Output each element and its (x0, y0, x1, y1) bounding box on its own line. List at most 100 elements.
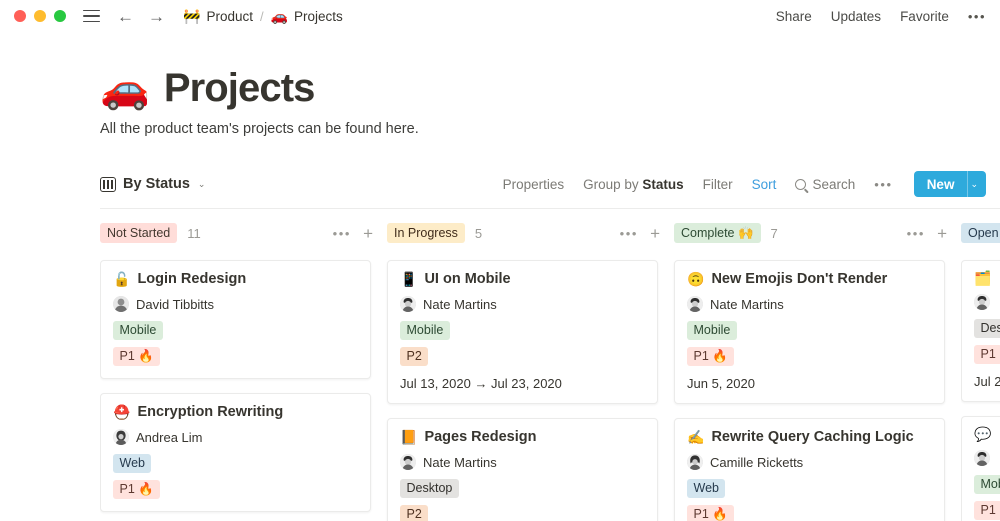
page-icon-car-icon[interactable]: 🚗 (100, 69, 150, 109)
status-badge[interactable]: Not Started (100, 223, 177, 242)
avatar (113, 296, 129, 312)
card-title: ✍️ Rewrite Query Caching Logic (687, 429, 932, 445)
column-actions: ••• + (907, 225, 947, 242)
hamburger-line (83, 15, 100, 17)
card-assignee-name: Camille Ricketts (710, 455, 803, 470)
mobile-phone-icon: 📱 (400, 272, 417, 286)
breadcrumb-item-projects[interactable]: 🚗 Projects (271, 9, 343, 24)
breadcrumb: 🚧 Product / 🚗 Projects (183, 9, 343, 24)
new-button[interactable]: New (914, 171, 968, 197)
card-tags: Desktop P1 (974, 319, 1000, 364)
card-tags: Desktop P2 (400, 479, 645, 521)
minimize-window-button[interactable] (34, 10, 46, 22)
new-button-chevron-down-icon[interactable]: ⌄ (967, 171, 986, 197)
filter-button[interactable]: Filter (703, 177, 733, 192)
group-by-button[interactable]: Group by Status (583, 177, 684, 192)
close-window-button[interactable] (14, 10, 26, 22)
column-count: 5 (475, 226, 482, 241)
column-add-card-icon[interactable]: + (650, 225, 660, 242)
board-card[interactable]: 💬 Mobile P1 (961, 416, 1000, 521)
updates-button[interactable]: Updates (831, 9, 881, 24)
search-button[interactable]: Search (795, 177, 855, 192)
board-card[interactable]: 🔓 Login Redesign David Tibbitts Mobile P… (100, 260, 371, 379)
card-title-text: UI on Mobile (424, 271, 510, 287)
search-icon (795, 179, 806, 190)
helmet-icon: ⛑️ (113, 405, 130, 419)
card-title: 💬 (974, 427, 1000, 441)
tag: P1 🔥 (113, 347, 160, 366)
card-assignee: Andrea Lim (113, 429, 358, 445)
board-card[interactable]: 🗂️ Desktop P1 Jul 2 (961, 260, 1000, 402)
page-title-text[interactable]: Projects (164, 66, 315, 111)
column-header: Complete 🙌 7 ••• + (674, 221, 961, 245)
card-title-text: Login Redesign (137, 271, 246, 287)
card-title: 📱 UI on Mobile (400, 271, 645, 287)
new-button-group[interactable]: New ⌄ (914, 171, 986, 197)
card-assignee-name: Nate Martins (710, 297, 784, 312)
column-add-card-icon[interactable]: + (937, 225, 947, 242)
tag: P1 (974, 345, 1000, 364)
forward-arrow-icon[interactable]: → (148, 8, 165, 25)
board-card[interactable]: 📱 UI on Mobile Nate Martins Mobile P2 Ju… (387, 260, 658, 404)
construction-icon: 🚧 (183, 9, 200, 23)
card-title-text: New Emojis Don't Render (711, 271, 887, 287)
board-column-complete: Complete 🙌 7 ••• + 🙃 New Emojis Don't Re… (674, 221, 961, 521)
card-date: Jul 2 (974, 374, 1000, 389)
board-card[interactable]: ⛑️ Encryption Rewriting Andrea Lim Web P… (100, 393, 371, 512)
avatar (400, 296, 416, 312)
more-options-icon[interactable]: ••• (968, 9, 986, 24)
hamburger-line (83, 21, 100, 23)
back-arrow-icon[interactable]: ← (117, 8, 134, 25)
column-add-card-icon[interactable]: + (363, 225, 373, 242)
column-more-options-icon[interactable]: ••• (333, 226, 351, 241)
favorite-button[interactable]: Favorite (900, 9, 949, 24)
view-more-options-icon[interactable]: ••• (874, 177, 892, 192)
status-badge[interactable]: Complete 🙌 (674, 223, 761, 242)
board-card[interactable]: 📙 Pages Redesign Nate Martins Desktop P2 (387, 418, 658, 521)
board-card[interactable]: 🙃 New Emojis Don't Render Nate Martins M… (674, 260, 945, 404)
card-assignee: Nate Martins (400, 296, 645, 312)
hamburger-line (83, 10, 100, 12)
board-card[interactable]: ✍️ Rewrite Query Caching Logic Camille R… (674, 418, 945, 521)
sort-button[interactable]: Sort (752, 177, 777, 192)
chevron-down-icon[interactable]: ⌄ (198, 179, 206, 190)
card-assignee (974, 294, 1000, 310)
card-assignee (974, 450, 1000, 466)
properties-button[interactable]: Properties (503, 177, 565, 192)
column-cards: 🙃 New Emojis Don't Render Nate Martins M… (674, 245, 961, 521)
card-assignee-name: Nate Martins (423, 455, 497, 470)
card-tags: Web P1 🔥 (687, 479, 932, 521)
share-button[interactable]: Share (776, 9, 812, 24)
tag: Web (113, 454, 151, 473)
board-view-icon-bar (103, 180, 105, 189)
page-description: All the product team's projects can be f… (100, 121, 1000, 137)
page-title: 🚗 Projects (100, 66, 1000, 111)
column-cards: 📱 UI on Mobile Nate Martins Mobile P2 Ju… (387, 245, 674, 521)
column-header: Open (961, 221, 1000, 245)
sidebar-toggle-icon[interactable] (83, 10, 100, 23)
card-date: Jun 5, 2020 (687, 376, 932, 391)
status-badge[interactable]: Open (961, 223, 1000, 242)
avatar (687, 454, 703, 470)
breadcrumb-label-projects: Projects (294, 9, 343, 24)
view-tab-by-status[interactable]: By Status ⌄ (100, 176, 205, 192)
column-more-options-icon[interactable]: ••• (907, 226, 925, 241)
card-title-text: Pages Redesign (424, 429, 536, 445)
group-by-prefix: Group by (583, 177, 642, 192)
card-assignee: Nate Martins (400, 454, 645, 470)
card-title: 🙃 New Emojis Don't Render (687, 271, 932, 287)
card-assignee-name: Nate Martins (423, 297, 497, 312)
card-assignee: David Tibbitts (113, 296, 358, 312)
breadcrumb-label-product: Product (206, 9, 253, 24)
card-title: ⛑️ Encryption Rewriting (113, 404, 358, 420)
board-column-not-started: Not Started 11 ••• + 🔓 Login Redesign Da… (100, 221, 387, 521)
card-tags: Web P1 🔥 (113, 454, 358, 499)
breadcrumb-item-product[interactable]: 🚧 Product (183, 9, 253, 24)
maximize-window-button[interactable] (54, 10, 66, 22)
status-badge[interactable]: In Progress (387, 223, 465, 242)
card-title: 📙 Pages Redesign (400, 429, 645, 445)
tag: P1 (974, 501, 1000, 520)
speech-balloon-icon: 💬 (974, 427, 991, 441)
tag: Desktop (400, 479, 459, 498)
column-more-options-icon[interactable]: ••• (620, 226, 638, 241)
